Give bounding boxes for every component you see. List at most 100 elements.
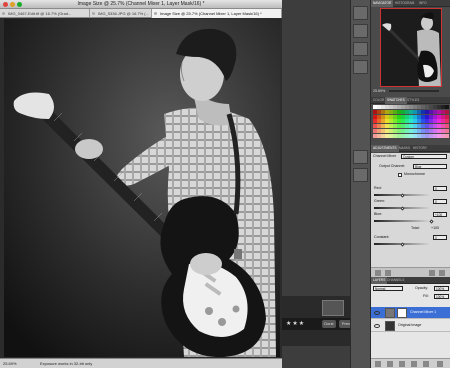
add-mask-icon[interactable]	[399, 361, 405, 367]
color-swatch[interactable]	[445, 124, 449, 129]
panel-column: NAVIGATOR HISTOGRAM INFO 25.69% COLOR SW…	[370, 0, 450, 368]
status-info[interactable]: Exposure works in 32-bit only	[40, 359, 92, 368]
reset-icon[interactable]	[429, 270, 435, 276]
status-bar: 25.69% Exposure works in 32-bit only	[0, 358, 282, 368]
tab-label: IMG_5336.JPG @ 16.7% (...	[98, 11, 149, 16]
tab-channels[interactable]: CHANNELS	[385, 277, 406, 284]
tab-histogram[interactable]: HISTOGRAM	[393, 0, 416, 7]
adjustment-thumbnail	[385, 308, 395, 318]
actions-icon[interactable]	[353, 24, 368, 38]
constant-value[interactable]: 0	[433, 235, 447, 240]
paragraph-icon[interactable]	[353, 168, 368, 182]
layer-name: Original Image	[398, 323, 422, 327]
new-adjustment-icon[interactable]	[411, 361, 417, 367]
tab-img-0467[interactable]: IMG_0467-Edit.tif @ 16.7% (Grad...	[0, 9, 90, 18]
tab-swatches[interactable]: SWATCHES	[385, 97, 407, 104]
close-icon[interactable]	[92, 12, 95, 15]
status-zoom[interactable]: 25.69%	[3, 359, 17, 368]
total-value: +100	[431, 226, 440, 230]
blue-label: Blue:	[374, 212, 383, 216]
trash-icon[interactable]	[439, 270, 445, 276]
tab-label: IMG_0467-Edit.tif @ 16.7% (Grad...	[8, 11, 72, 16]
constant-label: Constant:	[374, 235, 390, 239]
color-swatch[interactable]	[445, 109, 449, 114]
opacity-value[interactable]: 100%	[434, 286, 449, 291]
opacity-label: Opacity:	[415, 286, 429, 290]
back-icon[interactable]	[375, 270, 381, 276]
blue-slider[interactable]	[374, 220, 432, 222]
swatch-grid[interactable]	[373, 105, 449, 139]
eye-icon[interactable]	[374, 324, 380, 328]
layers-footer	[371, 358, 450, 368]
close-icon[interactable]	[2, 12, 5, 15]
document-window: Image Size @ 25.7% (Channel Mixer 1, Lay…	[0, 0, 282, 368]
document-title-bar[interactable]: Image Size @ 25.7% (Channel Mixer 1, Lay…	[0, 0, 282, 9]
output-channel-select[interactable]: Blue	[413, 164, 447, 169]
color-swatch[interactable]	[445, 114, 449, 119]
clone-source-icon[interactable]	[353, 60, 368, 74]
red-label: Red:	[374, 186, 382, 190]
color-swatch[interactable]	[445, 119, 449, 124]
swatches-tabs: COLOR SWATCHES STYLES	[371, 97, 450, 104]
color-swatch[interactable]	[445, 133, 449, 138]
red-slider-knob[interactable]	[400, 193, 405, 198]
color-swatch[interactable]	[445, 129, 449, 133]
document-tabs: IMG_0467-Edit.tif @ 16.7% (Grad... IMG_5…	[0, 9, 282, 18]
tab-history[interactable]: HISTORY	[411, 145, 429, 152]
layer-row-channel-mixer[interactable]: Channel Mixer 1	[371, 307, 450, 319]
guitarist-photo	[4, 19, 280, 357]
mask-icon[interactable]	[397, 308, 407, 318]
new-layer-icon[interactable]	[423, 361, 429, 367]
navigator-thumbnail	[381, 9, 441, 86]
brushes-icon[interactable]	[353, 42, 368, 56]
tab-img-5336[interactable]: IMG_5336.JPG @ 16.7% (...	[90, 9, 152, 18]
photoshop-workspace: Image Size @ 25.7% (Channel Mixer 1, Lay…	[0, 0, 450, 368]
tab-info[interactable]: INFO	[417, 0, 429, 7]
red-value[interactable]: 0	[433, 186, 447, 191]
total-label: Total:	[411, 226, 420, 230]
navigator-preview[interactable]	[380, 8, 442, 87]
layers-tabs: LAYERS CHANNELS	[371, 277, 450, 284]
tab-adjustments[interactable]: ADJUSTMENTS	[371, 145, 399, 152]
color-swatch[interactable]	[445, 105, 449, 109]
star-rating[interactable]: ★★★	[286, 320, 305, 327]
image-canvas[interactable]	[4, 19, 280, 357]
thumbnail[interactable]	[322, 300, 344, 316]
tab-masks[interactable]: MASKS	[397, 145, 412, 152]
adjustments-tabs: ADJUSTMENTS MASKS HISTORY	[371, 145, 450, 152]
navigator-zoom[interactable]: 25.69%	[373, 89, 385, 93]
close-icon[interactable]	[154, 12, 157, 15]
blue-slider-knob[interactable]	[429, 219, 434, 224]
adjustments-panel: Channel Mixer Custom Output Channel: Blu…	[371, 153, 450, 277]
tab-navigator[interactable]: NAVIGATOR	[371, 0, 394, 7]
rating-bar: ★★★ Done Prev	[282, 318, 353, 330]
layer-thumbnail	[385, 321, 395, 331]
history-icon[interactable]	[353, 6, 368, 20]
link-icon[interactable]	[375, 361, 381, 367]
eye-icon[interactable]	[374, 311, 380, 315]
trash-icon[interactable]	[437, 361, 443, 367]
layer-name: Channel Mixer 1	[410, 310, 437, 314]
adjustments-footer	[371, 267, 450, 277]
fill-value[interactable]: 100%	[434, 294, 449, 299]
fx-icon[interactable]	[387, 361, 393, 367]
blue-value[interactable]: +100	[433, 212, 447, 217]
done-button[interactable]: Done	[322, 320, 336, 328]
character-icon[interactable]	[353, 150, 368, 164]
tab-label: Image Size @ 25.7% (Channel Mixer 1, Lay…	[160, 11, 262, 16]
output-channel-label: Output Channel:	[379, 164, 406, 168]
panel-icon-dock	[350, 0, 370, 368]
blend-mode-select[interactable]: Normal	[373, 286, 403, 291]
constant-slider-knob[interactable]	[400, 242, 405, 247]
document-title: Image Size @ 25.7% (Channel Mixer 1, Lay…	[77, 1, 205, 7]
expand-icon[interactable]	[385, 270, 391, 276]
layer-row-original[interactable]: Original Image	[371, 320, 450, 332]
navigator-tabs: NAVIGATOR HISTOGRAM INFO	[371, 0, 450, 7]
monochrome-checkbox[interactable]	[398, 173, 402, 177]
preset-select[interactable]: Custom	[401, 154, 447, 159]
green-slider-knob[interactable]	[400, 206, 405, 211]
tab-styles[interactable]: STYLES	[405, 97, 421, 104]
navigator-zoom-slider[interactable]	[389, 90, 439, 92]
green-value[interactable]: 0	[433, 199, 447, 204]
tab-image-size[interactable]: Image Size @ 25.7% (Channel Mixer 1, Lay…	[152, 9, 282, 18]
